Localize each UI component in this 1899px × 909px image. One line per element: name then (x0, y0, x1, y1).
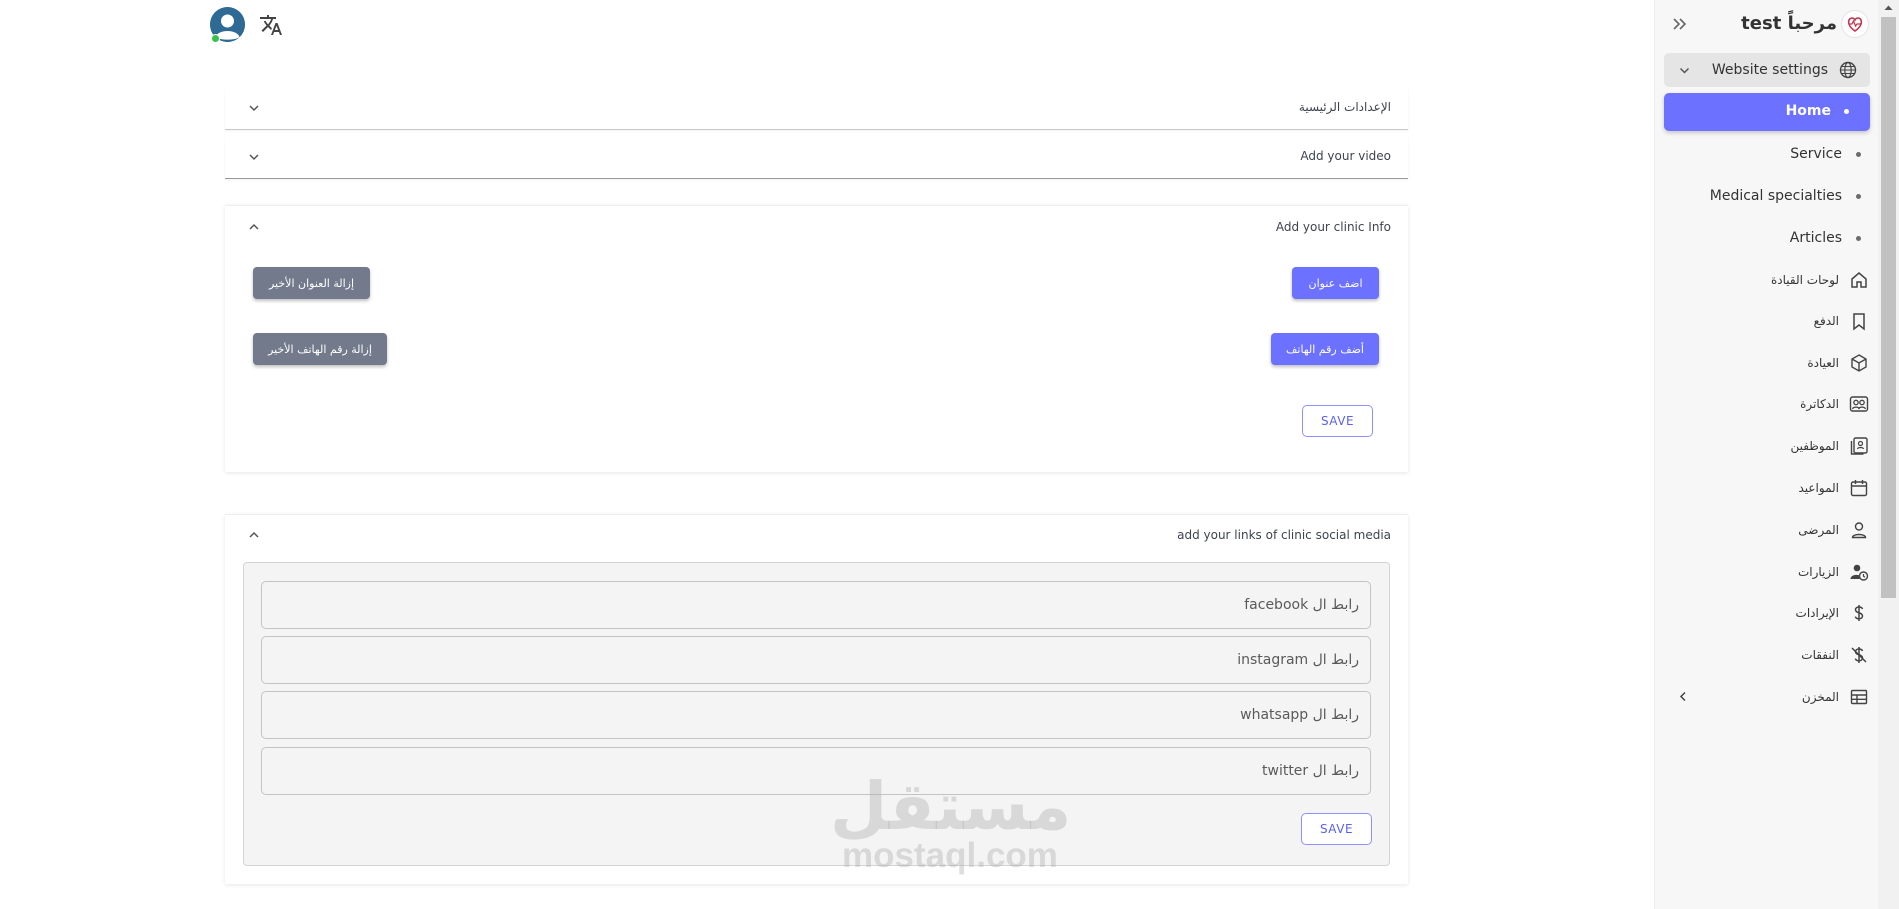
sidebar-item-patients[interactable]: المرضى (1798, 519, 1869, 541)
clinic-logo-icon (1847, 17, 1863, 32)
users-icon (1849, 396, 1869, 412)
person-icon (1851, 522, 1867, 539)
add-address-button[interactable]: اضف عنوان (1292, 267, 1379, 299)
table-icon (1850, 689, 1868, 705)
sidebar-item-revenue[interactable]: الإيرادات (1796, 602, 1869, 624)
facebook-link-input[interactable] (261, 581, 1371, 629)
cube-icon (1851, 354, 1867, 372)
social-media-title: add your links of clinic social media (1177, 528, 1391, 542)
social-links-form: SAVE (243, 562, 1390, 866)
online-status-dot (211, 34, 220, 43)
sidebar-item-label: الدفع (1813, 314, 1839, 328)
website-settings-label: Website settings (1711, 62, 1828, 78)
sidebar-item-service[interactable]: Service (1790, 144, 1861, 164)
main-settings-header[interactable]: الإعدادات الرئيسية (225, 88, 1408, 129)
sidebar-item-doctors[interactable]: الدكاترة (1800, 393, 1869, 415)
sidebar-item-home-label: Home (1785, 103, 1831, 119)
main-settings-title: الإعدادات الرئيسية (1298, 100, 1391, 114)
remove-last-address-button[interactable]: إزالة العنوان الأخير (253, 267, 370, 299)
sidebar-item-payment[interactable]: الدفع (1814, 310, 1869, 332)
sidebar-item-clinic[interactable]: العيادة (1807, 352, 1869, 374)
dollar-icon (1854, 605, 1864, 621)
scroll-up-arrow-icon[interactable] (1884, 3, 1893, 12)
video-header[interactable]: Add your video (225, 136, 1408, 178)
sidebar-item-expenses[interactable]: النفقات (1801, 644, 1869, 666)
chevron-up-icon[interactable] (247, 528, 261, 542)
bullet-dot (1856, 151, 1861, 157)
add-phone-button[interactable]: أضف رقم الهاتف (1271, 333, 1379, 365)
sidebar-item-label: الدكاترة (1800, 397, 1839, 411)
sidebar-item-visits[interactable]: الزيارات (1798, 561, 1869, 583)
video-panel[interactable]: Add your video (225, 136, 1408, 179)
clinic-info-panel: Add your clinic Info اضف عنوان إزالة الع… (225, 205, 1408, 472)
sidebar-item-medical-specialties-label: Medical specialties (1709, 188, 1842, 204)
sidebar-item-label: الزيارات (1797, 565, 1839, 579)
page-scrollbar[interactable] (1878, 0, 1899, 909)
bullet-dot (1856, 193, 1861, 199)
brand-logo (1841, 10, 1869, 38)
globe-icon (1839, 61, 1857, 79)
chevron-up-icon[interactable] (247, 220, 261, 234)
sidebar-item-appointments[interactable]: المواعيد (1798, 477, 1869, 499)
scrollbar-thumb[interactable] (1881, 17, 1896, 598)
sidebar-item-service-label: Service (1790, 146, 1842, 162)
sidebar-item-label: المخزن (1801, 690, 1839, 704)
website-settings-group[interactable]: Website settings (1664, 53, 1870, 87)
translate-icon[interactable] (259, 13, 283, 37)
sidebar-item-medical-specialties[interactable]: Medical specialties (1710, 186, 1861, 206)
chevron-down-icon[interactable] (247, 150, 261, 164)
brand-name: مرحباً test (1741, 13, 1837, 34)
twitter-link-input[interactable] (261, 747, 1371, 795)
chevron-left-icon[interactable] (1677, 690, 1690, 703)
calendar-icon (1850, 480, 1868, 497)
social-media-panel: add your links of clinic social media SA… (225, 514, 1408, 884)
user-clock-icon (1850, 564, 1869, 581)
social-media-save-button[interactable]: SAVE (1301, 813, 1372, 845)
clinic-info-save-button[interactable]: SAVE (1302, 405, 1373, 437)
sidebar-item-label: المرضى (1798, 523, 1839, 537)
sidebar-item-inventory[interactable]: المخزن (1802, 686, 1869, 708)
sidebar-item-home[interactable]: Home (1664, 93, 1870, 131)
main-settings-panel[interactable]: الإعدادات الرئيسية (225, 88, 1408, 130)
chevron-down-icon (1679, 67, 1690, 74)
sidebar-item-label: الموظفين (1790, 439, 1839, 453)
sidebar: مرحباً test Website settings Home Servic… (1654, 0, 1878, 909)
chevron-down-icon[interactable] (247, 101, 261, 115)
dollar-off-icon (1851, 647, 1867, 663)
video-title: Add your video (1300, 149, 1391, 163)
sidebar-item-label: الإيرادات (1795, 606, 1839, 620)
sidebar-item-label: العيادة (1807, 356, 1839, 370)
bookmark-icon (1853, 313, 1865, 331)
whatsapp-link-input[interactable] (261, 691, 1371, 739)
sidebar-item-label: المواعيد (1798, 481, 1839, 495)
instagram-link-input[interactable] (261, 636, 1371, 684)
double-chevron-right-icon[interactable] (1671, 15, 1689, 33)
remove-last-phone-button[interactable]: إزالة رقم الهاتف الأخير (253, 333, 387, 365)
sidebar-item-employees[interactable]: الموظفين (1790, 435, 1869, 457)
home-icon (1851, 272, 1867, 288)
sidebar-item-dashboards[interactable]: لوحات القيادة (1771, 269, 1869, 291)
sidebar-item-label: لوحات القيادة (1770, 273, 1839, 287)
sidebar-item-label: النفقات (1801, 648, 1839, 662)
contact-book-icon (1850, 437, 1868, 455)
sidebar-item-articles[interactable]: Articles (1790, 228, 1861, 248)
bullet-dot (1844, 109, 1849, 114)
sidebar-item-articles-label: Articles (1789, 230, 1842, 246)
clinic-info-title: Add your clinic Info (1275, 220, 1391, 234)
bullet-dot (1856, 235, 1861, 241)
